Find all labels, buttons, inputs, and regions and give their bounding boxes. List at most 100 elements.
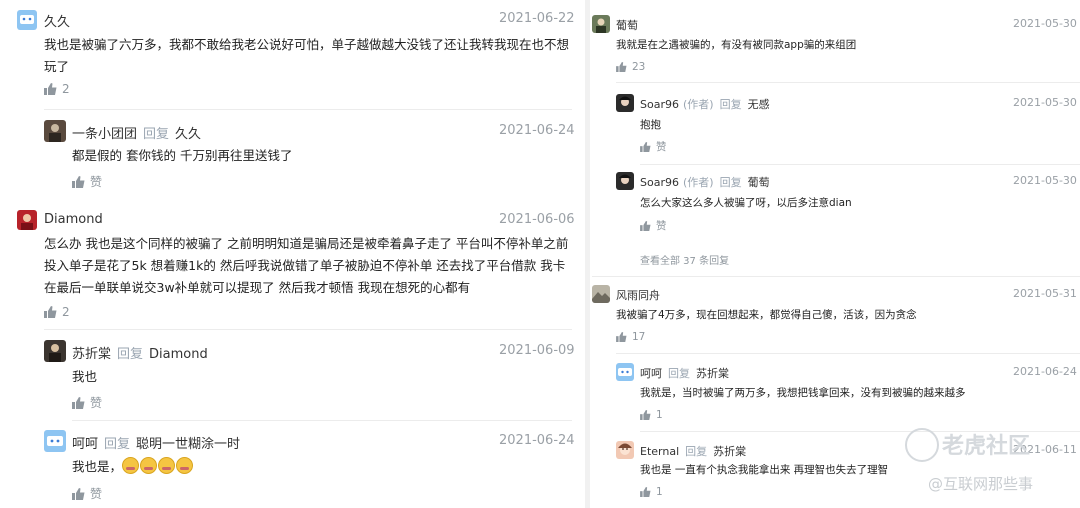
- like-button[interactable]: 赞: [640, 218, 667, 233]
- like-button[interactable]: 23: [616, 61, 645, 73]
- thumbs-up-icon: [616, 332, 627, 342]
- watermark-title: 老虎社区: [942, 434, 1031, 459]
- avatar[interactable]: [17, 210, 37, 230]
- reply-target[interactable]: 久久: [175, 127, 201, 142]
- comment-text: 都是假的 套你钱的 千万别再往里送钱了: [72, 148, 293, 163]
- reply-target[interactable]: Diamond: [149, 347, 208, 362]
- like-button[interactable]: 赞: [640, 139, 667, 154]
- comment-text-body: 我也是，: [72, 459, 123, 474]
- comment-text: 怎么办 我也是这个同样的被骗了 之前明明知道是骗局还是被牵着鼻子走了 平台叫不停…: [44, 236, 569, 295]
- comment-text: 我被骗了4万多，现在回想起来，都觉得自己傻，活该，因为贪念: [616, 309, 917, 321]
- comment-text: 我也是，: [72, 456, 572, 478]
- reply-item: Soar96 (作者) 回复 葡萄 2021-05-30 怎么大家这么多人被骗了呀，以…: [592, 166, 1080, 238]
- divider: [592, 276, 1080, 277]
- like-button[interactable]: 2: [44, 82, 70, 96]
- commenter-name-text[interactable]: Eternal: [640, 445, 679, 458]
- avatar[interactable]: [616, 363, 634, 381]
- view-all-replies-link[interactable]: 查看全部 37 条回复: [640, 252, 729, 267]
- commenter-name-text[interactable]: Soar96: [640, 98, 679, 111]
- commenter-name[interactable]: 风雨同舟: [616, 287, 660, 303]
- comment-date: 2021-06-24: [1013, 365, 1077, 378]
- comment-date: 2021-05-31: [1013, 287, 1077, 300]
- comment-text: 我也: [72, 369, 98, 384]
- avatar[interactable]: [616, 441, 634, 459]
- commenter-name-text[interactable]: 呵呵: [640, 367, 662, 380]
- reply-item: Soar96 (作者) 回复 无感 2021-05-30 抱抱 赞: [592, 88, 1080, 160]
- reply-item: 一条小团团 回复 久久 2021-06-24 都是假的 套你钱的 千万别再往里送钱了…: [0, 112, 583, 202]
- thumbs-up-icon: [44, 83, 57, 95]
- like-button[interactable]: 1: [640, 409, 663, 421]
- avatar[interactable]: [616, 94, 634, 112]
- comment-text: 怎么大家这么多人被骗了呀，以后多注意dian: [640, 197, 852, 209]
- like-count: 2: [62, 305, 70, 319]
- comment-date: 2021-06-06: [499, 212, 575, 227]
- comment-text: 我也是被骗了六万多，我都不敢给我老公说好可怕，单子越做越大没钱了还让我转我现在也…: [44, 37, 570, 74]
- commenter-name: 呵呵 回复 苏折棠: [640, 365, 729, 381]
- commenter-name: Soar96 (作者) 回复 无感: [640, 96, 770, 112]
- comment-date: 2021-06-24: [499, 433, 575, 448]
- commenter-name-text[interactable]: 一条小团团: [72, 127, 137, 142]
- like-button[interactable]: 17: [616, 331, 645, 343]
- commenter-name[interactable]: Diamond: [44, 212, 103, 227]
- comment-date: 2021-05-30: [1013, 17, 1077, 30]
- like-label: 赞: [90, 396, 103, 410]
- reply-item: 呵呵 回复 苏折棠 2021-06-24 我就是，当时被骗了两万多，我想把钱拿回来，…: [592, 356, 1080, 428]
- commenter-name-text[interactable]: 呵呵: [72, 437, 98, 452]
- reply-target[interactable]: 无感: [748, 98, 770, 111]
- divider: [616, 82, 1080, 83]
- like-button[interactable]: 2: [44, 305, 70, 319]
- like-button[interactable]: 1: [640, 486, 663, 498]
- like-button[interactable]: 赞: [72, 173, 102, 190]
- like-label: 赞: [90, 175, 103, 189]
- like-button[interactable]: 赞: [72, 485, 102, 502]
- like-count: 17: [632, 331, 646, 343]
- avatar[interactable]: [44, 120, 66, 142]
- like-button[interactable]: 赞: [72, 394, 102, 411]
- like-label: 赞: [656, 141, 667, 153]
- commenter-name[interactable]: 葡萄: [616, 17, 638, 33]
- divider: [640, 164, 1080, 165]
- commenter-name: 一条小团团 回复 久久: [72, 123, 201, 142]
- thumbs-up-icon: [640, 487, 651, 497]
- like-count: 2: [62, 82, 70, 96]
- reply-target[interactable]: 聪明一世糊涂一时: [136, 437, 240, 452]
- commenter-name-text[interactable]: Soar96: [640, 176, 679, 189]
- thumbs-up-icon: [640, 142, 651, 152]
- commenter-name: 呵呵 回复 聪明一世糊涂一时: [72, 433, 240, 452]
- commenter-name: Eternal 回复 苏折棠: [640, 443, 746, 459]
- reply-label: 回复: [719, 176, 742, 189]
- commenter-name: 苏折棠 回复 Diamond: [72, 343, 208, 362]
- reply-label: 回复: [719, 98, 742, 111]
- comment-date: 2021-05-30: [1013, 174, 1077, 187]
- reply-label: 回复: [117, 347, 144, 362]
- comment-date: 2021-05-30: [1013, 96, 1077, 109]
- comment-item: 葡萄 2021-05-30 我就是在之遇被骗的，有没有被同款app骗的来组团 2…: [592, 0, 1080, 82]
- comment-text: 抱抱: [640, 119, 661, 131]
- thumbs-up-icon: [616, 62, 627, 72]
- avatar[interactable]: [592, 15, 610, 33]
- avatar[interactable]: [44, 430, 66, 452]
- comment-date: 2021-06-22: [499, 11, 575, 26]
- avatar[interactable]: [616, 172, 634, 190]
- avatar[interactable]: [44, 340, 66, 362]
- reply-label: 回复: [685, 445, 708, 458]
- commenter-name[interactable]: 久久: [44, 11, 70, 30]
- avatar[interactable]: [592, 285, 610, 303]
- crying-emoji-icon: [158, 457, 176, 474]
- reply-target[interactable]: 苏折棠: [713, 445, 746, 458]
- panel-divider: [585, 0, 590, 508]
- reply-label: 回复: [104, 437, 131, 452]
- reply-item: 呵呵 回复 聪明一世糊涂一时 2021-06-24 我也是， 赞: [0, 421, 583, 508]
- thumbs-up-icon: [640, 410, 651, 420]
- reply-target[interactable]: 苏折棠: [696, 367, 729, 380]
- reply-target[interactable]: 葡萄: [748, 176, 770, 189]
- commenter-name: Soar96 (作者) 回复 葡萄: [640, 174, 770, 190]
- author-tag: (作者): [682, 176, 714, 189]
- commenter-name-text[interactable]: 苏折棠: [72, 347, 111, 362]
- divider: [44, 329, 572, 330]
- author-tag: (作者): [682, 98, 714, 111]
- reply-item: 苏折棠 回复 Diamond 2021-06-09 我也 赞: [0, 331, 583, 421]
- avatar[interactable]: [17, 10, 37, 30]
- like-count: 23: [632, 61, 646, 73]
- like-label: 赞: [656, 220, 667, 232]
